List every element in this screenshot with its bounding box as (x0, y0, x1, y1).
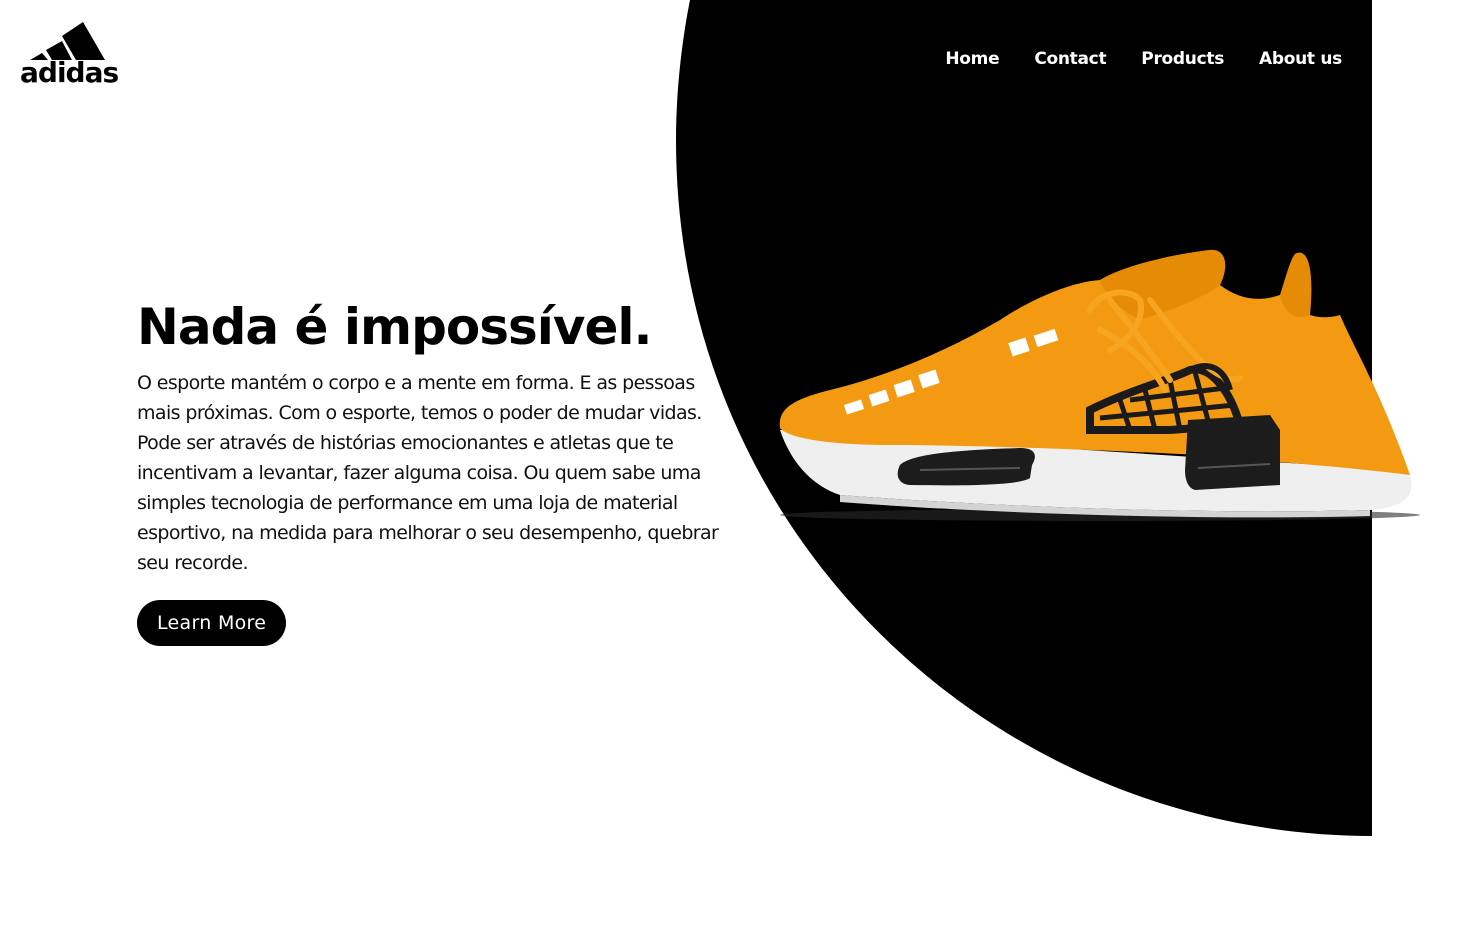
nav-home[interactable]: Home (945, 47, 999, 71)
hero-title: Nada é impossível. (137, 298, 653, 356)
hero-section: Nada é impossível. O esporte mantém o co… (137, 296, 742, 646)
orange-sneaker-image (779, 249, 1420, 521)
landing-page: adidas Home Contact Products About us Na… (0, 0, 1478, 929)
hero-description: O esporte mantém o corpo e a mente em fo… (137, 372, 719, 574)
nav-contact[interactable]: Contact (1034, 47, 1106, 71)
brand-logo[interactable]: adidas (20, 20, 122, 90)
nav-products[interactable]: Products (1141, 47, 1224, 71)
main-nav: Home Contact Products About us (945, 47, 1342, 71)
nav-about-us[interactable]: About us (1259, 47, 1342, 71)
brand-wordmark: adidas (20, 56, 119, 89)
learn-more-button[interactable]: Learn More (137, 600, 287, 646)
